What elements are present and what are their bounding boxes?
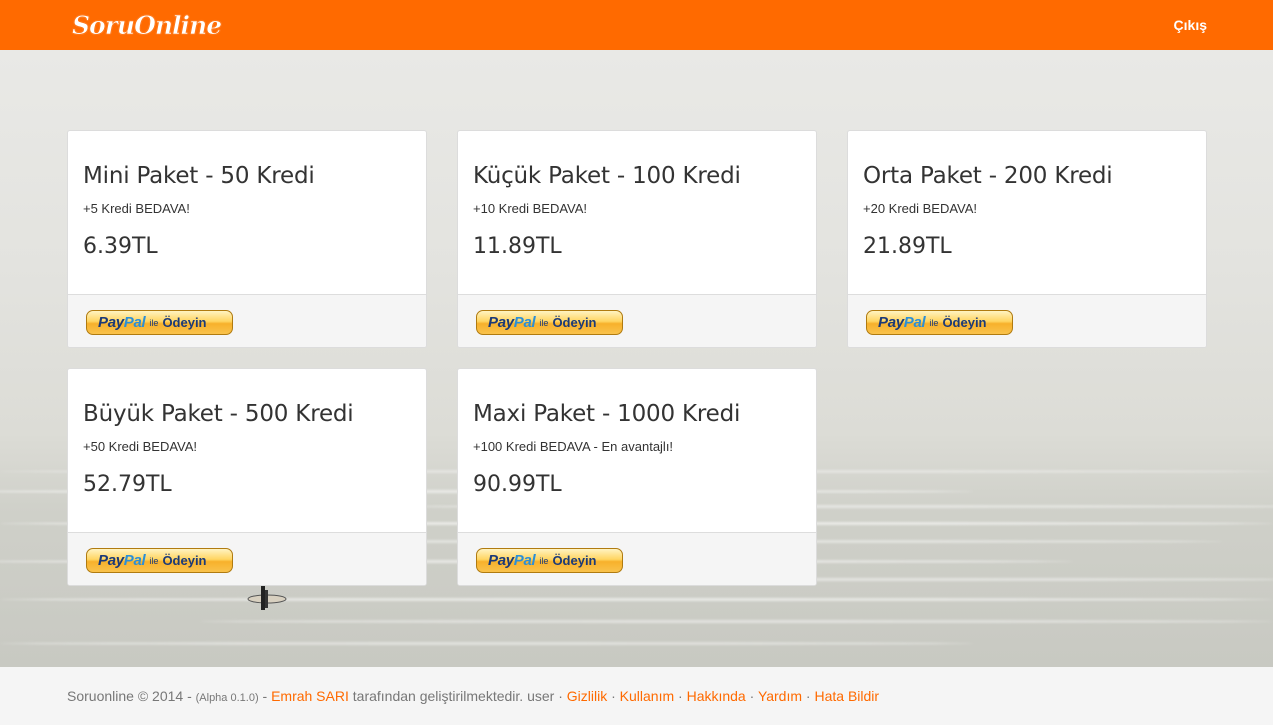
package-grid: Mini Paket - 50 Kredi +5 Kredi BEDAVA! 6… — [67, 130, 1207, 586]
paypal-pay-button[interactable]: Pay Pal ile Ödeyin — [476, 310, 623, 335]
paypal-logo-pay: Pay — [98, 552, 124, 569]
package-bonus: +5 Kredi BEDAVA! — [83, 201, 190, 216]
package-card: Mini Paket - 50 Kredi +5 Kredi BEDAVA! 6… — [67, 130, 427, 348]
paypal-logo-pay: Pay — [488, 314, 514, 331]
paypal-pay-button[interactable]: Pay Pal ile Ödeyin — [866, 310, 1013, 335]
paypal-ile-text: ile — [929, 317, 939, 328]
card-body: Orta Paket - 200 Kredi +20 Kredi BEDAVA!… — [848, 131, 1206, 294]
footer-separator: · — [678, 688, 683, 704]
package-price: 11.89TL — [473, 234, 562, 259]
footer-link-privacy[interactable]: Gizlilik — [567, 688, 607, 704]
paypal-ile-text: ile — [149, 555, 159, 566]
package-title: Orta Paket - 200 Kredi — [863, 163, 1113, 189]
package-card: Küçük Paket - 100 Kredi +10 Kredi BEDAVA… — [457, 130, 817, 348]
package-price: 6.39TL — [83, 234, 158, 259]
footer-link-terms[interactable]: Kullanım — [620, 688, 674, 704]
paypal-logo-pal: Pal — [513, 314, 536, 331]
card-body: Mini Paket - 50 Kredi +5 Kredi BEDAVA! 6… — [68, 131, 426, 294]
footer-dash: - — [262, 688, 268, 704]
package-card: Büyük Paket - 500 Kredi +50 Kredi BEDAVA… — [67, 368, 427, 586]
footer-developed-text: tarafından geliştirilmektedir. user · — [352, 688, 563, 704]
paypal-odeyin-text: Ödeyin — [552, 553, 597, 568]
card-body: Büyük Paket - 500 Kredi +50 Kredi BEDAVA… — [68, 369, 426, 532]
paypal-odeyin-text: Ödeyin — [162, 553, 207, 568]
package-title: Mini Paket - 50 Kredi — [83, 163, 315, 189]
card-body: Küçük Paket - 100 Kredi +10 Kredi BEDAVA… — [458, 131, 816, 294]
paypal-logo-pal: Pal — [123, 552, 146, 569]
paypal-odeyin-text: Ödeyin — [552, 315, 597, 330]
package-title: Büyük Paket - 500 Kredi — [83, 401, 354, 427]
footer-separator: · — [611, 688, 616, 704]
package-price: 52.79TL — [83, 472, 172, 497]
brand-logo[interactable]: SoruOnline — [72, 10, 223, 40]
card-footer: Pay Pal ile Ödeyin — [848, 294, 1206, 347]
paypal-logo-pal: Pal — [513, 552, 536, 569]
package-bonus: +20 Kredi BEDAVA! — [863, 201, 978, 216]
paypal-odeyin-text: Ödeyin — [942, 315, 987, 330]
top-navbar: SoruOnline Çıkış — [0, 0, 1273, 50]
paypal-pay-button[interactable]: Pay Pal ile Ödeyin — [476, 548, 623, 573]
package-price: 21.89TL — [863, 234, 952, 259]
card-footer: Pay Pal ile Ödeyin — [68, 294, 426, 347]
package-title: Küçük Paket - 100 Kredi — [473, 163, 741, 189]
surfer-figure — [247, 586, 287, 610]
paypal-ile-text: ile — [539, 555, 549, 566]
package-bonus: +10 Kredi BEDAVA! — [473, 201, 588, 216]
package-bonus: +50 Kredi BEDAVA! — [83, 439, 198, 454]
card-footer: Pay Pal ile Ödeyin — [68, 532, 426, 585]
footer-separator: · — [749, 688, 755, 704]
paypal-logo-pal: Pal — [123, 314, 146, 331]
page-footer: Soruonline © 2014 - (Alpha 0.1.0) - Emra… — [0, 667, 1273, 725]
paypal-logo-pal: Pal — [903, 314, 926, 331]
footer-author-link[interactable]: Emrah SARI — [271, 688, 349, 704]
package-card: Maxi Paket - 1000 Kredi +100 Kredi BEDAV… — [457, 368, 817, 586]
paypal-odeyin-text: Ödeyin — [162, 315, 207, 330]
card-footer: Pay Pal ile Ödeyin — [458, 532, 816, 585]
package-card: Orta Paket - 200 Kredi +20 Kredi BEDAVA!… — [847, 130, 1207, 348]
footer-version: (Alpha 0.1.0) — [195, 692, 259, 704]
paypal-ile-text: ile — [149, 317, 159, 328]
paypal-logo-pay: Pay — [98, 314, 124, 331]
logout-link[interactable]: Çıkış — [1174, 17, 1207, 33]
footer-link-report-bug[interactable]: Hata Bildir — [814, 688, 879, 704]
paypal-ile-text: ile — [539, 317, 549, 328]
footer-link-about[interactable]: Hakkında — [687, 688, 746, 704]
footer-copyright: Soruonline © 2014 - — [67, 688, 192, 704]
paypal-logo-pay: Pay — [488, 552, 514, 569]
paypal-pay-button[interactable]: Pay Pal ile Ödeyin — [86, 310, 233, 335]
card-footer: Pay Pal ile Ödeyin — [458, 294, 816, 347]
package-bonus: +100 Kredi BEDAVA - En avantajlı! — [473, 439, 674, 454]
package-price: 90.99TL — [473, 472, 562, 497]
paypal-logo-pay: Pay — [878, 314, 904, 331]
package-title: Maxi Paket - 1000 Kredi — [473, 401, 741, 427]
paypal-pay-button[interactable]: Pay Pal ile Ödeyin — [86, 548, 233, 573]
footer-separator: · — [805, 688, 811, 704]
footer-link-help[interactable]: Yardım — [758, 688, 802, 704]
card-body: Maxi Paket - 1000 Kredi +100 Kredi BEDAV… — [458, 369, 816, 532]
